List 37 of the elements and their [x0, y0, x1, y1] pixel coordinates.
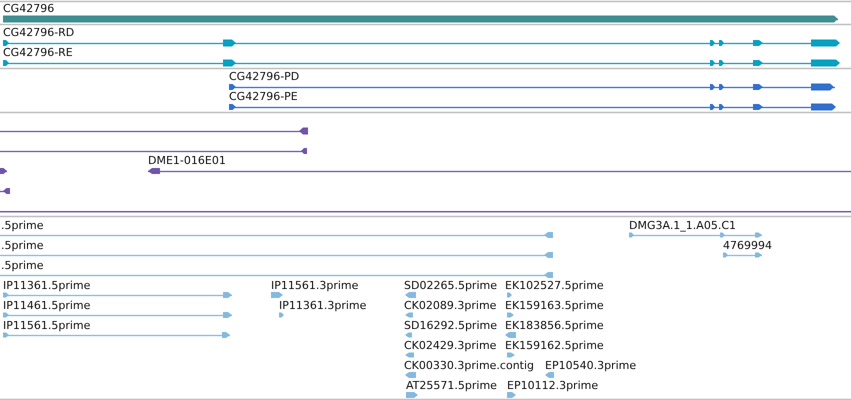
feature-label: CG42796-PE — [229, 90, 298, 103]
feature-glyph[interactable] — [229, 84, 835, 90]
feature-label: .5prime — [1, 259, 44, 272]
feature-label: IP11361.5prime — [3, 279, 90, 292]
feature-label: SD02265.5prime — [404, 279, 497, 292]
feature-label: EK159163.5prime — [505, 299, 604, 312]
feature-label: DMG3A.1_1.A05.C1 — [629, 219, 736, 232]
feature-glyph[interactable] — [3, 40, 840, 46]
feature-label: 4769994 — [723, 239, 772, 252]
feature-label: CG42796 — [3, 2, 54, 15]
feature-label: IP11561.3prime — [271, 279, 358, 292]
feature-label: EP10540.3prime — [545, 359, 636, 372]
feature-label: SD16292.5prime — [404, 319, 497, 332]
feature-glyph[interactable] — [229, 104, 836, 110]
feature-label: EK102527.5prime — [505, 279, 604, 292]
feature-label: CG42796-RD — [3, 26, 74, 39]
feature-label: CG42796-PD — [229, 70, 300, 83]
feature-glyph[interactable] — [3, 60, 840, 66]
feature-label: EK159162.5prime — [505, 339, 604, 352]
feature-label: EP10112.3prime — [507, 379, 598, 392]
feature-glyph[interactable] — [148, 168, 851, 174]
feature-label: DME1-016E01 — [148, 154, 226, 167]
feature-glyph[interactable] — [0, 168, 7, 174]
feature-label: CG42796-RE — [3, 46, 73, 59]
feature-label: IP11561.5prime — [3, 319, 90, 332]
feature-label: .5prime — [1, 219, 44, 232]
feature-label: AT25571.5prime — [406, 379, 497, 392]
feature-glyph[interactable] — [0, 128, 308, 134]
feature-label: EK183856.5prime — [505, 319, 604, 332]
feature-label: CK02429.3prime — [404, 339, 496, 352]
feature-label: IP11361.3prime — [279, 299, 366, 312]
feature-label: CK02089.3prime — [404, 299, 496, 312]
feature-glyph[interactable] — [0, 188, 10, 194]
feature-glyph[interactable] — [0, 148, 307, 154]
feature-label: IP11461.5prime — [3, 299, 90, 312]
feature-label: CK00330.3prime.contig — [404, 359, 534, 372]
feature-label: .5prime — [1, 239, 44, 252]
